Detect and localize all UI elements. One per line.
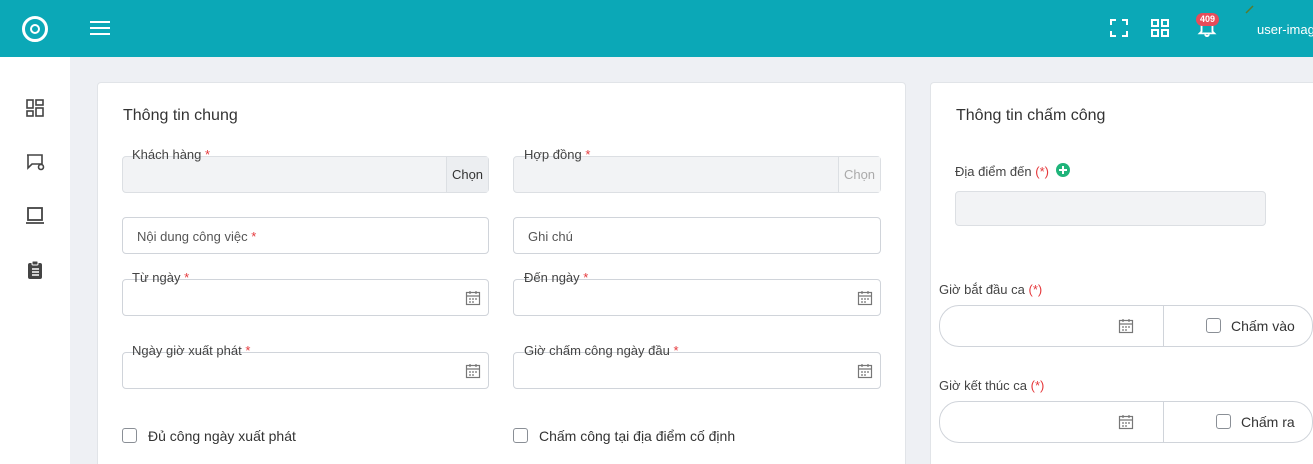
user-image-icon[interactable] [1245,5,1254,14]
sidebar [0,57,70,464]
shift-start-group: Chấm vào [939,305,1313,347]
work-content-input[interactable]: Nội dung công việc * [122,217,489,254]
contract-label: Hợp đồng * [524,147,591,162]
top-bar: 409 user-imag [0,0,1313,57]
departure-datetime-label: Ngày giờ xuất phát * [132,343,251,358]
notification-badge: 409 [1196,13,1220,26]
calendar-icon[interactable] [857,363,873,379]
check-out-checkbox[interactable] [1216,414,1231,429]
general-info-title: Thông tin chung [123,107,238,124]
divider [1163,306,1164,346]
customer-label: Khách hàng * [132,147,211,162]
general-info-card: Thông tin chung [97,82,906,464]
fullscreen-icon[interactable] [1109,18,1129,38]
full-day-departure-checkbox[interactable] [122,428,137,443]
customer-choose-button[interactable]: Chọn [446,157,488,192]
to-date-label: Đến ngày * [524,270,589,285]
apps-grid-icon[interactable] [1150,18,1170,38]
check-in-label: Chấm vào [1231,318,1295,334]
laptop-icon[interactable] [24,205,46,227]
monitor-settings-icon[interactable] [24,151,46,173]
logo-icon[interactable] [22,16,48,42]
destination-label: Địa điểm đến (*) [955,164,1049,179]
contract-choose-button[interactable]: Chọn [838,157,880,192]
add-destination-icon[interactable] [1056,163,1070,177]
calendar-icon[interactable] [1118,414,1134,430]
dashboard-icon[interactable] [24,97,46,119]
full-day-departure-label: Đủ công ngày xuất phát [148,428,296,444]
check-in-checkbox[interactable] [1206,318,1221,333]
fixed-location-checkbox[interactable] [513,428,528,443]
from-date-label: Từ ngày * [132,270,190,285]
work-content-placeholder: Nội dung công việc * [137,229,257,244]
calendar-icon[interactable] [1118,318,1134,334]
menu-icon[interactable] [90,20,110,36]
shift-end-label: Giờ kết thúc ca (*) [939,378,1045,393]
note-placeholder: Ghi chú [528,229,573,244]
first-day-checkin-label: Giờ chấm công ngày đầu * [524,343,679,358]
shift-end-group: Chấm ra [939,401,1313,443]
fixed-location-label: Chấm công tại địa điểm cố định [539,428,736,444]
calendar-icon[interactable] [857,290,873,306]
calendar-icon[interactable] [465,290,481,306]
note-input[interactable]: Ghi chú [513,217,881,254]
calendar-icon[interactable] [465,363,481,379]
destination-input[interactable] [955,191,1266,226]
clipboard-icon[interactable] [24,259,46,281]
shift-start-label: Giờ bắt đầu ca (*) [939,282,1043,297]
divider [1163,402,1164,442]
check-out-label: Chấm ra [1241,414,1295,430]
user-name[interactable]: user-imag [1257,22,1313,37]
attendance-info-title: Thông tin chấm công [956,107,1106,124]
